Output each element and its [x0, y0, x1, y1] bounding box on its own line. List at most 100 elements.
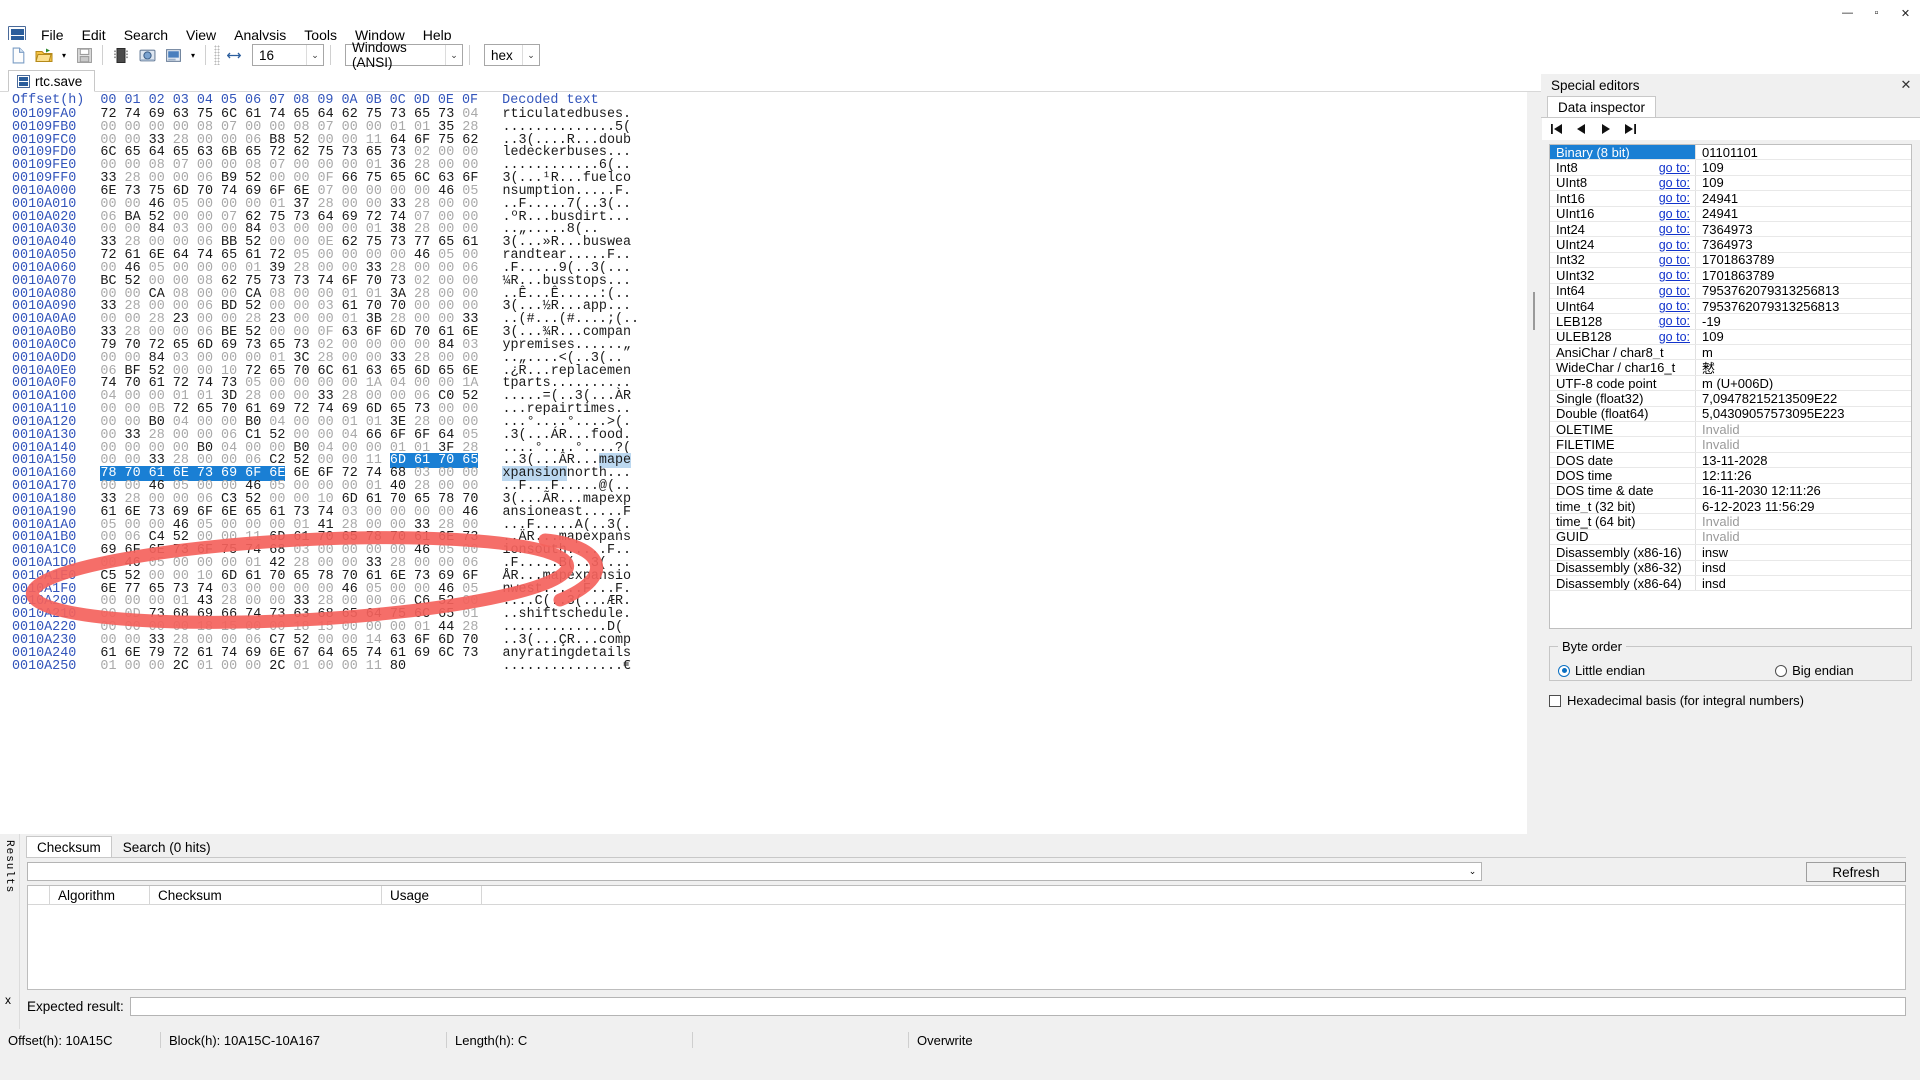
- data-inspector-value[interactable]: 109: [1695, 330, 1911, 344]
- goto-link[interactable]: go to:: [1659, 222, 1690, 236]
- data-inspector-row[interactable]: Binary (8 bit)01101101: [1550, 145, 1911, 160]
- results-side-tab[interactable]: Results x: [0, 834, 20, 1029]
- data-inspector-row[interactable]: Int8go to:109: [1550, 160, 1911, 175]
- goto-link[interactable]: go to:: [1659, 207, 1690, 221]
- new-file-icon[interactable]: [6, 43, 30, 67]
- previous-record-icon[interactable]: [1574, 121, 1589, 137]
- data-inspector-row[interactable]: Int24go to:7364973: [1550, 222, 1911, 237]
- open-disk-image-icon[interactable]: [161, 43, 185, 67]
- hex-byte[interactable]: [438, 659, 454, 674]
- checkbox-icon[interactable]: [1549, 695, 1561, 707]
- data-inspector-table[interactable]: Binary (8 bit)01101101Int8go to:109UInt8…: [1549, 144, 1912, 629]
- data-inspector-value[interactable]: Invalid: [1695, 514, 1911, 528]
- close-icon[interactable]: x: [5, 993, 11, 1007]
- decoded-text[interactable]: ...............€: [502, 659, 631, 674]
- data-inspector-value[interactable]: m (U+006D): [1695, 376, 1911, 390]
- data-inspector-value[interactable]: 24941: [1695, 207, 1911, 221]
- data-inspector-value[interactable]: insw: [1695, 545, 1911, 559]
- next-record-icon[interactable]: [1598, 121, 1613, 137]
- goto-link[interactable]: go to:: [1659, 330, 1690, 344]
- data-inspector-value[interactable]: 慭: [1695, 360, 1911, 374]
- hex-byte[interactable]: [414, 659, 430, 674]
- hex-byte[interactable]: 11: [366, 659, 382, 674]
- data-inspector-value[interactable]: 1701863789: [1695, 268, 1911, 282]
- hex-byte[interactable]: 2C: [269, 659, 285, 674]
- panel-splitter[interactable]: [1527, 92, 1541, 834]
- goto-link[interactable]: go to:: [1659, 284, 1690, 298]
- data-inspector-row[interactable]: LEB128go to:-19: [1550, 314, 1911, 329]
- hex-byte[interactable]: 00: [342, 659, 358, 674]
- tab-checksum[interactable]: Checksum: [26, 836, 112, 858]
- hex-byte[interactable]: 2C: [173, 659, 189, 674]
- data-inspector-value[interactable]: 01101101: [1695, 145, 1911, 159]
- data-inspector-row[interactable]: Int16go to:24941: [1550, 191, 1911, 206]
- data-inspector-value[interactable]: 1701863789: [1695, 253, 1911, 267]
- data-inspector-row[interactable]: UInt24go to:7364973: [1550, 237, 1911, 252]
- data-inspector-row[interactable]: FILETIMEInvalid: [1550, 437, 1911, 452]
- data-inspector-value[interactable]: 12:11:26: [1695, 468, 1911, 482]
- open-dropdown-arrow[interactable]: ▾: [58, 43, 70, 67]
- data-inspector-row[interactable]: Disassembly (x86-16)insw: [1550, 545, 1911, 560]
- data-inspector-value[interactable]: Invalid: [1695, 422, 1911, 436]
- chevron-down-icon[interactable]: ⌄: [445, 45, 462, 65]
- hex-byte[interactable]: 00: [221, 659, 237, 674]
- data-inspector-row[interactable]: AnsiChar / char8_tm: [1550, 345, 1911, 360]
- open-ram-icon[interactable]: [135, 43, 159, 67]
- data-inspector-row[interactable]: UInt32go to:1701863789: [1550, 268, 1911, 283]
- hex-view[interactable]: Offset(h) 00 01 02 03 04 05 06 07 08 09 …: [0, 92, 1527, 834]
- open-special-dropdown-arrow[interactable]: ▾: [187, 43, 199, 67]
- hexadecimal-basis-checkbox[interactable]: Hexadecimal basis (for integral numbers): [1549, 693, 1912, 708]
- data-inspector-row[interactable]: Int32go to:1701863789: [1550, 253, 1911, 268]
- chevron-down-icon[interactable]: ⌄: [1464, 863, 1481, 880]
- goto-link[interactable]: go to:: [1659, 314, 1690, 328]
- goto-link[interactable]: go to:: [1659, 253, 1690, 267]
- data-inspector-row[interactable]: DOS time12:11:26: [1550, 468, 1911, 483]
- data-inspector-row[interactable]: time_t (32 bit)6-12-2023 11:56:29: [1550, 499, 1911, 514]
- offset-base-combo[interactable]: hex ⌄: [484, 44, 540, 66]
- algorithm-combo-input[interactable]: ⌄: [27, 862, 1482, 881]
- refresh-button[interactable]: Refresh: [1806, 862, 1906, 882]
- hex-byte[interactable]: 00: [245, 659, 261, 674]
- data-inspector-value[interactable]: 5,04309057573095E223: [1695, 407, 1911, 421]
- close-icon[interactable]: ✕: [1898, 77, 1914, 93]
- hex-rows-container[interactable]: 00109FA0 72 74 69 63 75 6C 61 74 65 64 6…: [0, 109, 1527, 673]
- data-inspector-row[interactable]: Disassembly (x86-64)insd: [1550, 576, 1911, 591]
- character-set-combo[interactable]: Windows (ANSI) ⌄: [345, 44, 463, 66]
- data-inspector-row[interactable]: DOS time & date16-11-2030 12:11:26: [1550, 484, 1911, 499]
- data-inspector-row[interactable]: UInt64go to:7953762079313256813: [1550, 299, 1911, 314]
- save-file-icon[interactable]: [72, 43, 96, 67]
- data-inspector-value[interactable]: 109: [1695, 176, 1911, 190]
- document-tab-rtc-save[interactable]: rtc.save: [8, 70, 95, 92]
- goto-link[interactable]: go to:: [1659, 176, 1690, 190]
- last-record-icon[interactable]: [1622, 121, 1637, 137]
- goto-link[interactable]: go to:: [1659, 268, 1690, 282]
- open-disk-icon[interactable]: [109, 43, 133, 67]
- data-inspector-value[interactable]: 7,09478215213509E22: [1695, 391, 1911, 405]
- data-inspector-value[interactable]: 7364973: [1695, 237, 1911, 251]
- data-inspector-row[interactable]: GUIDInvalid: [1550, 530, 1911, 545]
- chevron-down-icon[interactable]: ⌄: [306, 45, 323, 65]
- data-inspector-row[interactable]: Disassembly (x86-32)insd: [1550, 561, 1911, 576]
- grid-header-usage[interactable]: Usage: [382, 886, 482, 904]
- data-inspector-value[interactable]: 6-12-2023 11:56:29: [1695, 499, 1911, 513]
- hex-byte[interactable]: [462, 659, 478, 674]
- data-inspector-value[interactable]: insd: [1695, 576, 1911, 590]
- goto-link[interactable]: go to:: [1659, 161, 1690, 175]
- hex-byte[interactable]: 01: [197, 659, 213, 674]
- goto-link[interactable]: go to:: [1659, 238, 1690, 252]
- data-inspector-value[interactable]: 24941: [1695, 191, 1911, 205]
- grid-header-algorithm[interactable]: Algorithm: [50, 886, 150, 904]
- data-inspector-row[interactable]: time_t (64 bit)Invalid: [1550, 514, 1911, 529]
- data-inspector-row[interactable]: OLETIMEInvalid: [1550, 422, 1911, 437]
- goto-link[interactable]: go to:: [1659, 299, 1690, 313]
- data-inspector-row[interactable]: UTF-8 code pointm (U+006D): [1550, 376, 1911, 391]
- data-inspector-row[interactable]: Single (float32)7,09478215213509E22: [1550, 391, 1911, 406]
- data-inspector-row[interactable]: UInt8go to:109: [1550, 176, 1911, 191]
- data-inspector-row[interactable]: Double (float64)5,04309057573095E223: [1550, 407, 1911, 422]
- hex-byte[interactable]: 01: [293, 659, 309, 674]
- data-inspector-value[interactable]: insd: [1695, 561, 1911, 575]
- hex-row[interactable]: 0010A250 01 00 00 2C 01 00 00 2C 01 00 0…: [12, 661, 1527, 674]
- data-inspector-row[interactable]: DOS date13-11-2028: [1550, 453, 1911, 468]
- data-inspector-row[interactable]: ULEB128go to:109: [1550, 330, 1911, 345]
- data-inspector-row[interactable]: UInt16go to:24941: [1550, 207, 1911, 222]
